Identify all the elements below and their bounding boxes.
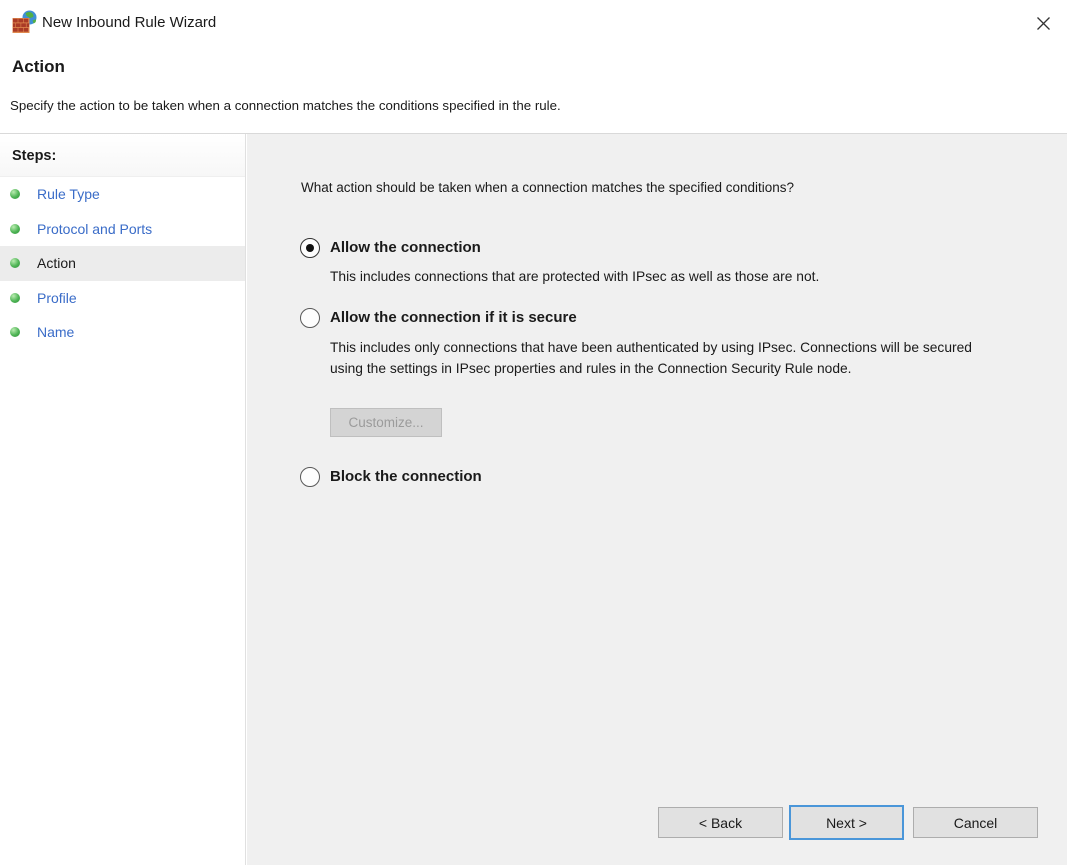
step-bullet-icon bbox=[10, 258, 20, 268]
step-bullet-icon bbox=[10, 293, 20, 303]
radio-block-the-connection[interactable] bbox=[300, 467, 320, 487]
back-button[interactable]: < Back bbox=[658, 807, 783, 838]
sidebar-item-label: Action bbox=[37, 255, 76, 271]
sidebar-item-profile[interactable]: Profile bbox=[0, 281, 245, 316]
radio-allow-the-connection[interactable] bbox=[300, 238, 320, 258]
window-title: New Inbound Rule Wizard bbox=[42, 14, 216, 31]
next-button[interactable]: Next > bbox=[789, 805, 904, 840]
firewall-icon bbox=[12, 10, 38, 34]
option-description-allow-if-secure: This includes only connections that have… bbox=[330, 337, 992, 379]
option-label-allow[interactable]: Allow the connection bbox=[330, 239, 481, 256]
sidebar-item-action-current[interactable]: Action bbox=[0, 246, 245, 281]
option-description-allow: This includes connections that are prote… bbox=[330, 266, 992, 287]
wizard-window: New Inbound Rule Wizard Action Specify t… bbox=[0, 0, 1067, 865]
steps-heading: Steps: bbox=[0, 134, 245, 177]
close-icon bbox=[1036, 16, 1051, 31]
step-bullet-icon bbox=[10, 224, 20, 234]
sidebar-item-label: Name bbox=[37, 324, 74, 340]
close-button[interactable] bbox=[1029, 9, 1057, 37]
sidebar-item-label: Protocol and Ports bbox=[37, 221, 152, 237]
sidebar-item-name[interactable]: Name bbox=[0, 315, 245, 350]
radio-allow-if-secure[interactable] bbox=[300, 308, 320, 328]
question-text: What action should be taken when a conne… bbox=[301, 180, 794, 195]
customize-button[interactable]: Customize... bbox=[330, 408, 442, 437]
sidebar-item-rule-type[interactable]: Rule Type bbox=[0, 177, 245, 212]
title-bar: New Inbound Rule Wizard bbox=[0, 0, 1067, 46]
page-title: Action bbox=[12, 57, 65, 77]
option-label-block[interactable]: Block the connection bbox=[330, 468, 482, 485]
sidebar-item-label: Profile bbox=[37, 290, 77, 306]
cancel-button[interactable]: Cancel bbox=[913, 807, 1038, 838]
sidebar-item-protocol-and-ports[interactable]: Protocol and Ports bbox=[0, 212, 245, 247]
sidebar-item-label: Rule Type bbox=[37, 186, 100, 202]
option-label-allow-if-secure[interactable]: Allow the connection if it is secure bbox=[330, 309, 577, 326]
step-bullet-icon bbox=[10, 189, 20, 199]
page-description: Specify the action to be taken when a co… bbox=[10, 98, 561, 113]
step-bullet-icon bbox=[10, 327, 20, 337]
steps-sidebar: Steps: Rule Type Protocol and Ports Acti… bbox=[0, 134, 246, 865]
content-panel: What action should be taken when a conne… bbox=[247, 134, 1067, 865]
